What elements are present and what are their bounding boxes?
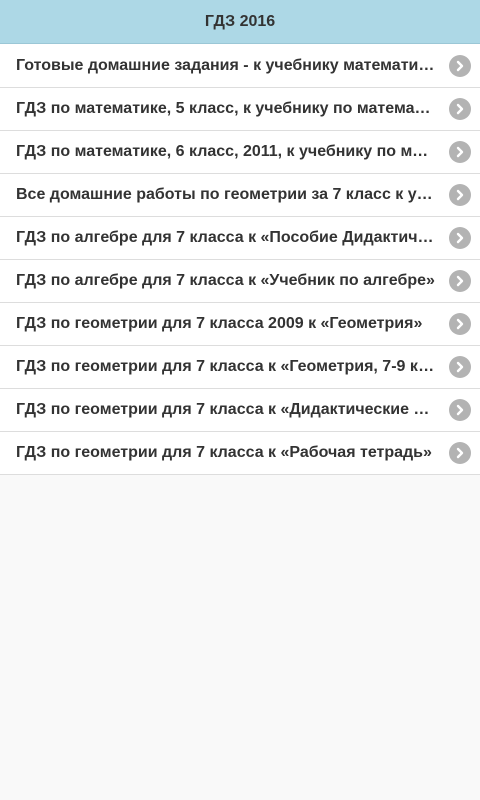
chevron-right-icon <box>449 184 471 206</box>
chevron-right-icon <box>449 313 471 335</box>
list-item-label: Готовые домашние задания - к учебнику ма… <box>16 56 436 74</box>
list-item-label: ГДЗ по математике, 5 класс, к учебнику п… <box>16 100 436 117</box>
chevron-right-icon <box>449 399 471 421</box>
list-item[interactable]: ГДЗ по алгебре для 7 класса к «Пособие Д… <box>0 216 480 259</box>
list-item[interactable]: ГДЗ по геометрии для 7 класса к «Дидакти… <box>0 388 480 431</box>
chevron-right-icon <box>449 98 471 120</box>
list-item-label: Все домашние работы по геометрии за 7 кл… <box>16 186 436 203</box>
app-header: ГДЗ 2016 <box>0 0 480 44</box>
chevron-right-icon <box>449 227 471 249</box>
chevron-right-icon <box>449 141 471 163</box>
chevron-right-icon <box>449 270 471 292</box>
list-item-label: ГДЗ по геометрии для 7 класса к «Рабочая… <box>16 444 432 461</box>
list-item-label: ГДЗ по алгебре для 7 класса к «Пособие Д… <box>16 229 436 246</box>
list-item[interactable]: ГДЗ по математике, 5 класс, к учебнику п… <box>0 87 480 130</box>
topic-list: Готовые домашние задания - к учебнику ма… <box>0 44 480 475</box>
list-item[interactable]: ГДЗ по алгебре для 7 класса к «Учебник п… <box>0 259 480 302</box>
list-item[interactable]: ГДЗ по математике, 6 класс, 2011, к учеб… <box>0 130 480 173</box>
list-item[interactable]: Готовые домашние задания - к учебнику ма… <box>0 44 480 87</box>
list-item-label: ГДЗ по геометрии для 7 класса 2009 к «Ге… <box>16 315 423 332</box>
page-title: ГДЗ 2016 <box>204 12 276 30</box>
list-item-label: ГДЗ по геометрии для 7 класса к «Геометр… <box>16 358 436 375</box>
chevron-right-icon <box>449 54 471 77</box>
list-item[interactable]: ГДЗ по геометрии для 7 класса к «Рабочая… <box>0 431 480 474</box>
chevron-right-icon <box>449 442 471 464</box>
list-item-label: ГДЗ по математике, 6 класс, 2011, к учеб… <box>16 143 436 160</box>
list-item[interactable]: Все домашние работы по геометрии за 7 кл… <box>0 173 480 216</box>
chevron-right-icon <box>449 356 471 378</box>
list-item-label: ГДЗ по алгебре для 7 класса к «Учебник п… <box>16 272 435 289</box>
list-item-label: ГДЗ по геометрии для 7 класса к «Дидакти… <box>16 401 436 418</box>
list-item[interactable]: ГДЗ по геометрии для 7 класса 2009 к «Ге… <box>0 302 480 345</box>
list-item[interactable]: ГДЗ по геометрии для 7 класса к «Геометр… <box>0 345 480 388</box>
